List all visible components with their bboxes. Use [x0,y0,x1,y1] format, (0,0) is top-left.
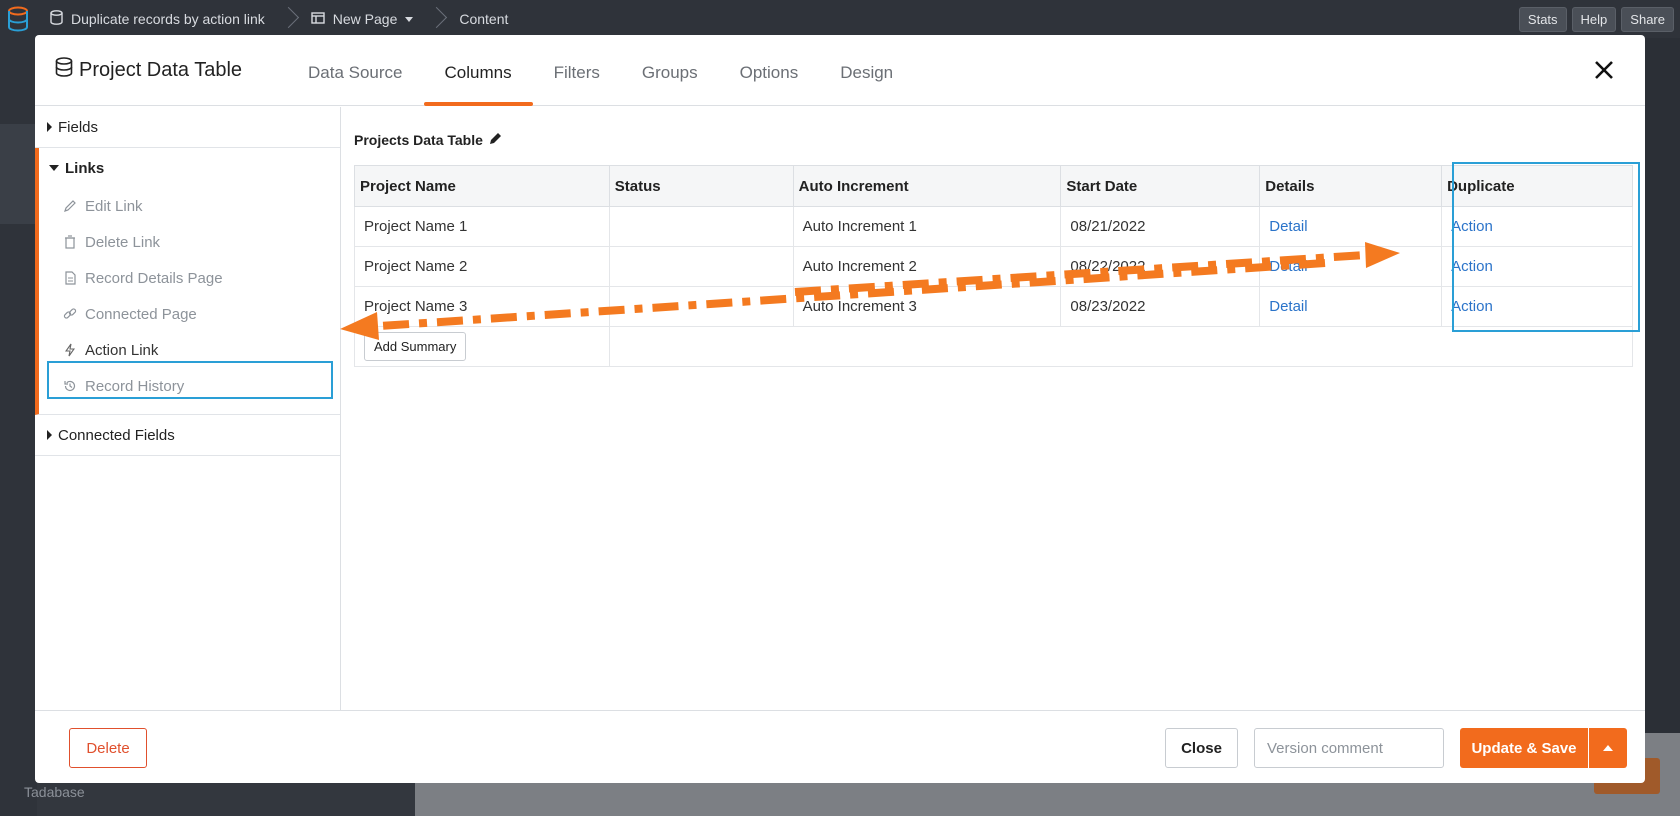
links-toggle[interactable]: Links [39,148,340,188]
table-cell: Auto Increment 2 [792,246,1062,287]
summary-row: Add Summary [354,326,1634,367]
link-item-record-details[interactable]: Record Details Page [39,260,340,296]
table-cell: Project Name 1 [354,206,610,247]
close-icon[interactable] [1591,57,1617,83]
tab-groups[interactable]: Groups [621,35,719,106]
link-item-connected-page[interactable]: Connected Page [39,296,340,332]
links-label: Links [65,159,105,177]
add-summary-button[interactable]: Add Summary [364,332,467,361]
table-cell: Auto Increment 1 [792,206,1062,247]
caret-right-icon [47,430,52,440]
column-header[interactable]: Details [1259,165,1443,207]
table-title-text: Projects Data Table [354,131,483,148]
update-save-button[interactable]: Update & Save [1460,728,1588,768]
connected-fields-section: Connected Fields [35,415,340,456]
table-title[interactable]: Projects Data Table [354,131,503,148]
caret-down-icon [49,165,59,171]
database-logo-icon[interactable] [0,0,36,38]
chain-link-icon [63,307,77,321]
close-button[interactable]: Close [1165,728,1238,768]
table-cell: Auto Increment 3 [792,286,1062,327]
layout-icon [311,11,325,27]
columns-preview: Projects Data Table Project Name Status … [342,107,1645,710]
breadcrumb-app[interactable]: Duplicate records by action link [36,0,279,38]
pencil-icon [63,199,77,213]
table-row: Project Name 3 Auto Increment 3 08/23/20… [354,286,1633,327]
fields-section: Fields [35,107,340,148]
data-table: Project Name Status Auto Increment Start… [354,165,1634,367]
action-link-highlight [47,361,333,399]
detail-link[interactable]: Detail [1259,206,1443,247]
caret-right-icon [47,122,52,132]
breadcrumb-page[interactable]: New Page [297,0,428,38]
breadcrumb-content[interactable]: Content [445,0,522,38]
columns-side-panel: Fields Links Edit Link Delete Link Recor… [35,107,341,710]
modal-tabs: Data Source Columns Filters Groups Optio… [287,35,914,106]
table-row: Project Name 2 Auto Increment 2 08/22/20… [354,246,1633,287]
column-header[interactable]: Start Date [1060,165,1261,207]
table-cell [608,286,794,327]
link-item-label: Edit Link [85,197,143,215]
breadcrumb-separator [279,0,297,38]
modal-header: Project Data Table Data Source Columns F… [35,35,1645,106]
connected-fields-toggle[interactable]: Connected Fields [35,415,340,455]
link-item-edit[interactable]: Edit Link [39,188,340,224]
background-sidebar [0,38,37,816]
summary-empty-cell [608,326,1634,367]
breadcrumb-page-label: New Page [332,11,398,27]
link-item-delete[interactable]: Delete Link [39,224,340,260]
table-cell: 08/21/2022 [1060,206,1261,247]
column-header[interactable]: Project Name [354,165,610,207]
duplicate-column-highlight [1452,162,1640,332]
stats-button[interactable]: Stats [1518,6,1567,32]
tab-columns[interactable]: Columns [423,35,533,106]
link-item-label: Connected Page [85,305,197,323]
table-cell [608,246,794,287]
caret-up-icon [1603,745,1613,751]
table-cell [608,206,794,247]
tab-filters[interactable]: Filters [533,35,621,106]
version-comment-input[interactable] [1254,728,1444,768]
modal-title-text: Project Data Table [79,58,243,81]
data-table-modal: Project Data Table Data Source Columns F… [35,35,1645,783]
table-row: Project Name 1 Auto Increment 1 08/21/20… [354,206,1633,247]
tab-options[interactable]: Options [719,35,820,106]
link-item-label: Action Link [85,341,159,359]
breadcrumb-separator [427,0,445,38]
column-header[interactable]: Status [608,165,794,207]
table-cell: 08/23/2022 [1060,286,1261,327]
modal-title: Project Data Table [55,57,242,83]
background-brand: Tadabase [24,784,85,800]
app-topbar: Duplicate records by action link New Pag… [0,0,1680,38]
table-cell: 08/22/2022 [1060,246,1261,287]
database-icon [55,57,73,83]
table-cell: Project Name 3 [354,286,610,327]
database-icon [50,10,63,28]
fields-label: Fields [58,118,99,136]
breadcrumb-app-label: Duplicate records by action link [71,11,265,27]
bolt-icon [63,343,77,357]
caret-down-icon [405,16,414,22]
modal-footer: Delete Close Update & Save [35,710,1645,783]
delete-button[interactable]: Delete [69,728,147,768]
summary-cell: Add Summary [354,326,610,367]
breadcrumb-content-label: Content [459,11,509,27]
detail-link[interactable]: Detail [1259,286,1443,327]
connected-fields-label: Connected Fields [58,426,175,444]
trash-icon [63,235,77,249]
share-button[interactable]: Share [1621,6,1674,32]
link-item-label: Delete Link [85,233,161,251]
tab-design[interactable]: Design [819,35,914,106]
fields-toggle[interactable]: Fields [35,107,340,147]
save-options-dropdown[interactable] [1589,728,1627,768]
link-item-label: Record Details Page [85,269,223,287]
table-header-row: Project Name Status Auto Increment Start… [354,165,1633,207]
edit-pencil-icon[interactable] [489,131,503,148]
detail-link[interactable]: Detail [1259,246,1443,287]
table-cell: Project Name 2 [354,246,610,287]
tab-data-source[interactable]: Data Source [287,35,424,106]
document-icon [63,271,77,285]
help-button[interactable]: Help [1571,6,1617,32]
column-header[interactable]: Auto Increment [792,165,1062,207]
